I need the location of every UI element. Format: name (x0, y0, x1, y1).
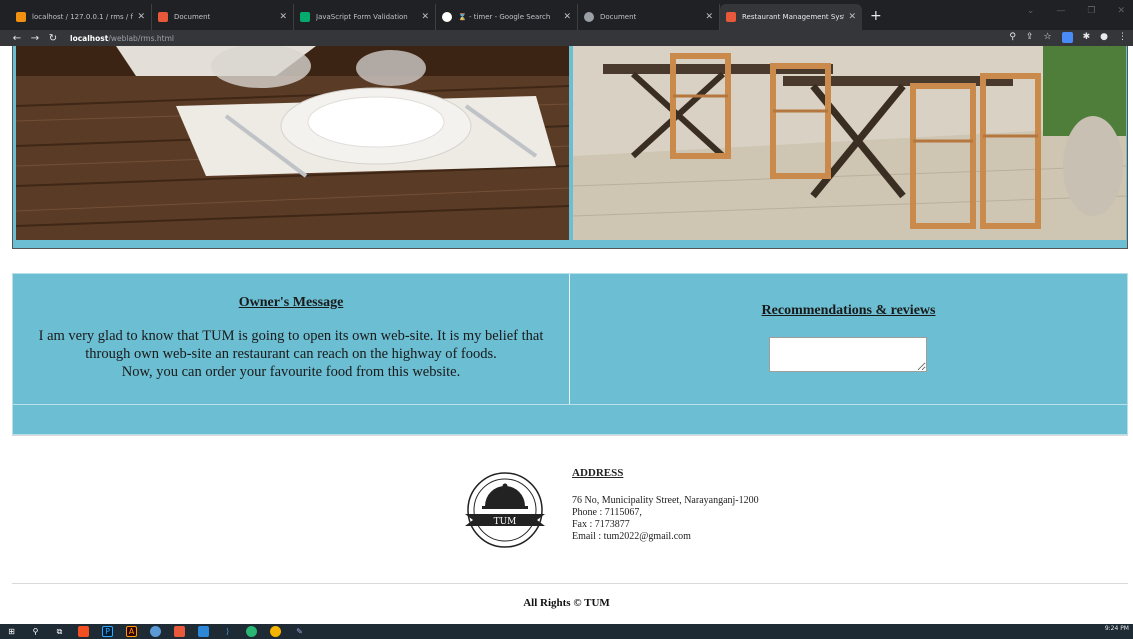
address-street: 76 No, Municipality Street, Narayanganj-… (572, 495, 759, 506)
owner-message-text: I am very glad to know that TUM is going… (13, 327, 569, 381)
edge-icon[interactable] (246, 626, 257, 637)
close-window-icon[interactable]: ✕ (1117, 6, 1125, 16)
copyright-text: All Rights © TUM (523, 597, 610, 609)
browser-tab-bar: localhost / 127.0.0.1 / rms / food ✕ Docu… (0, 0, 1133, 30)
close-icon[interactable]: ✕ (137, 12, 145, 22)
tab-favicon-icon (726, 12, 736, 22)
table-setting-illustration (16, 46, 569, 240)
cloche-logo-icon: TUM (465, 472, 545, 548)
owner-message-line: Now, you can order your favourite food f… (121, 364, 461, 380)
browser-tab-active[interactable]: Restaurant Management System ✕ (720, 4, 862, 30)
task-view-icon[interactable]: ⧉ (54, 626, 65, 637)
mail-icon[interactable] (198, 626, 209, 637)
minimize-icon[interactable]: — (1056, 6, 1065, 16)
maximize-icon[interactable]: ❐ (1087, 6, 1095, 16)
chevron-down-icon[interactable]: ⌄ (1027, 6, 1035, 16)
browser-toolbar-icons: ⚲ ⇪ ☆ ✱ ● ⋮ (1009, 32, 1127, 43)
vscode-icon[interactable]: ⟩ (222, 626, 233, 637)
os-taskbar: ⊞ ⚲ ⧉ P A ⟩ ✎ 9:24 PM (0, 624, 1133, 639)
owner-message-cell: Owner's Message I am very glad to know t… (13, 274, 570, 404)
url-field[interactable]: ⓘ localhost/weblab/rms.html (12, 33, 1128, 435)
browser-tab[interactable]: localhost / 127.0.0.1 / rms / food ✕ (10, 4, 152, 30)
reviews-title: Recommendations & reviews (761, 303, 936, 318)
divider (12, 583, 1128, 584)
star-icon[interactable]: ☆ (1044, 32, 1052, 43)
profile-avatar-icon[interactable]: ● (1100, 32, 1108, 43)
illustrator-icon[interactable]: A (126, 626, 137, 637)
chat-icon[interactable] (150, 626, 161, 637)
tab-favicon-icon (584, 12, 594, 22)
patio-seating-image (573, 46, 1126, 240)
close-icon[interactable]: ✕ (279, 12, 287, 22)
taskbar-clock[interactable]: 9:24 PM (1105, 625, 1129, 632)
close-icon[interactable]: ✕ (705, 12, 713, 22)
patio-illustration (573, 46, 1126, 240)
zoom-icon[interactable]: ⚲ (1009, 32, 1016, 43)
browser-tab[interactable]: ⌛ - timer - Google Search ✕ (436, 4, 578, 30)
logo-text: TUM (494, 517, 517, 527)
review-textarea[interactable] (769, 337, 927, 372)
tab-label: Document (174, 13, 211, 21)
url-path: /weblab/rms.html (108, 33, 174, 43)
address-block: ADDRESS 76 No, Municipality Street, Nara… (572, 467, 759, 543)
back-arrow-icon[interactable]: ← (8, 33, 26, 44)
puzzle-icon[interactable]: ✱ (1083, 32, 1091, 43)
owner-message-line: through own web-site an restaurant can r… (85, 346, 497, 362)
owner-message-title: Owner's Message (238, 295, 344, 310)
share-icon[interactable]: ⇪ (1026, 32, 1034, 43)
extension-icon[interactable] (1061, 32, 1073, 43)
new-tab-button[interactable]: + (862, 4, 890, 30)
tab-favicon-icon (300, 12, 310, 22)
tab-label: Document (600, 13, 637, 21)
tab-favicon-icon (16, 12, 26, 22)
browser-tab[interactable]: Document ✕ (578, 4, 720, 30)
window-controls: ⌄ — ❐ ✕ (1027, 6, 1125, 16)
tab-label: localhost / 127.0.0.1 / rms / food (32, 13, 133, 21)
divider (12, 435, 1128, 436)
tab-favicon-icon (442, 12, 452, 22)
address-phone: Phone : 7115067, (572, 507, 642, 518)
info-section: Owner's Message I am very glad to know t… (12, 273, 1128, 405)
windows-start-icon[interactable]: ⊞ (6, 626, 17, 637)
forward-arrow-icon[interactable]: → (26, 33, 44, 44)
hero-gallery (12, 46, 1128, 249)
reviews-cell: Recommendations & reviews (570, 274, 1127, 404)
photoshop-icon[interactable]: P (102, 626, 113, 637)
search-icon[interactable]: ⚲ (30, 626, 41, 637)
restaurant-table-image (16, 46, 569, 240)
close-icon[interactable]: ✕ (563, 12, 571, 22)
address-email: Email : tum2022@gmail.com (572, 531, 691, 542)
tab-label: Restaurant Management System (742, 13, 844, 21)
menu-dots-icon[interactable]: ⋮ (1118, 32, 1127, 43)
address-fax: Fax : 7173877 (572, 519, 630, 530)
app-icon[interactable] (174, 626, 185, 637)
tum-logo: TUM (463, 470, 547, 550)
address-title: ADDRESS (572, 467, 624, 479)
pen-icon[interactable]: ✎ (294, 626, 305, 637)
owner-message-line: I am very glad to know that TUM is going… (38, 328, 544, 344)
tab-label: JavaScript Form Validation (316, 13, 408, 21)
browser-tab[interactable]: JavaScript Form Validation ✕ (294, 4, 436, 30)
close-icon[interactable]: ✕ (421, 12, 429, 22)
chrome-icon[interactable] (270, 626, 281, 637)
tab-favicon-icon (158, 12, 168, 22)
close-icon[interactable]: ✕ (848, 12, 856, 22)
address-bar: ← → ↻ ⓘ localhost/weblab/rms.html ⚲ ⇪ ☆ … (0, 30, 1133, 435)
browser-tab[interactable]: Document ✕ (152, 4, 294, 30)
url-host: localhost (70, 33, 109, 43)
reload-icon[interactable]: ↻ (44, 33, 62, 44)
tab-label: ⌛ - timer - Google Search (458, 13, 551, 21)
microsoft-store-icon[interactable] (78, 626, 89, 637)
